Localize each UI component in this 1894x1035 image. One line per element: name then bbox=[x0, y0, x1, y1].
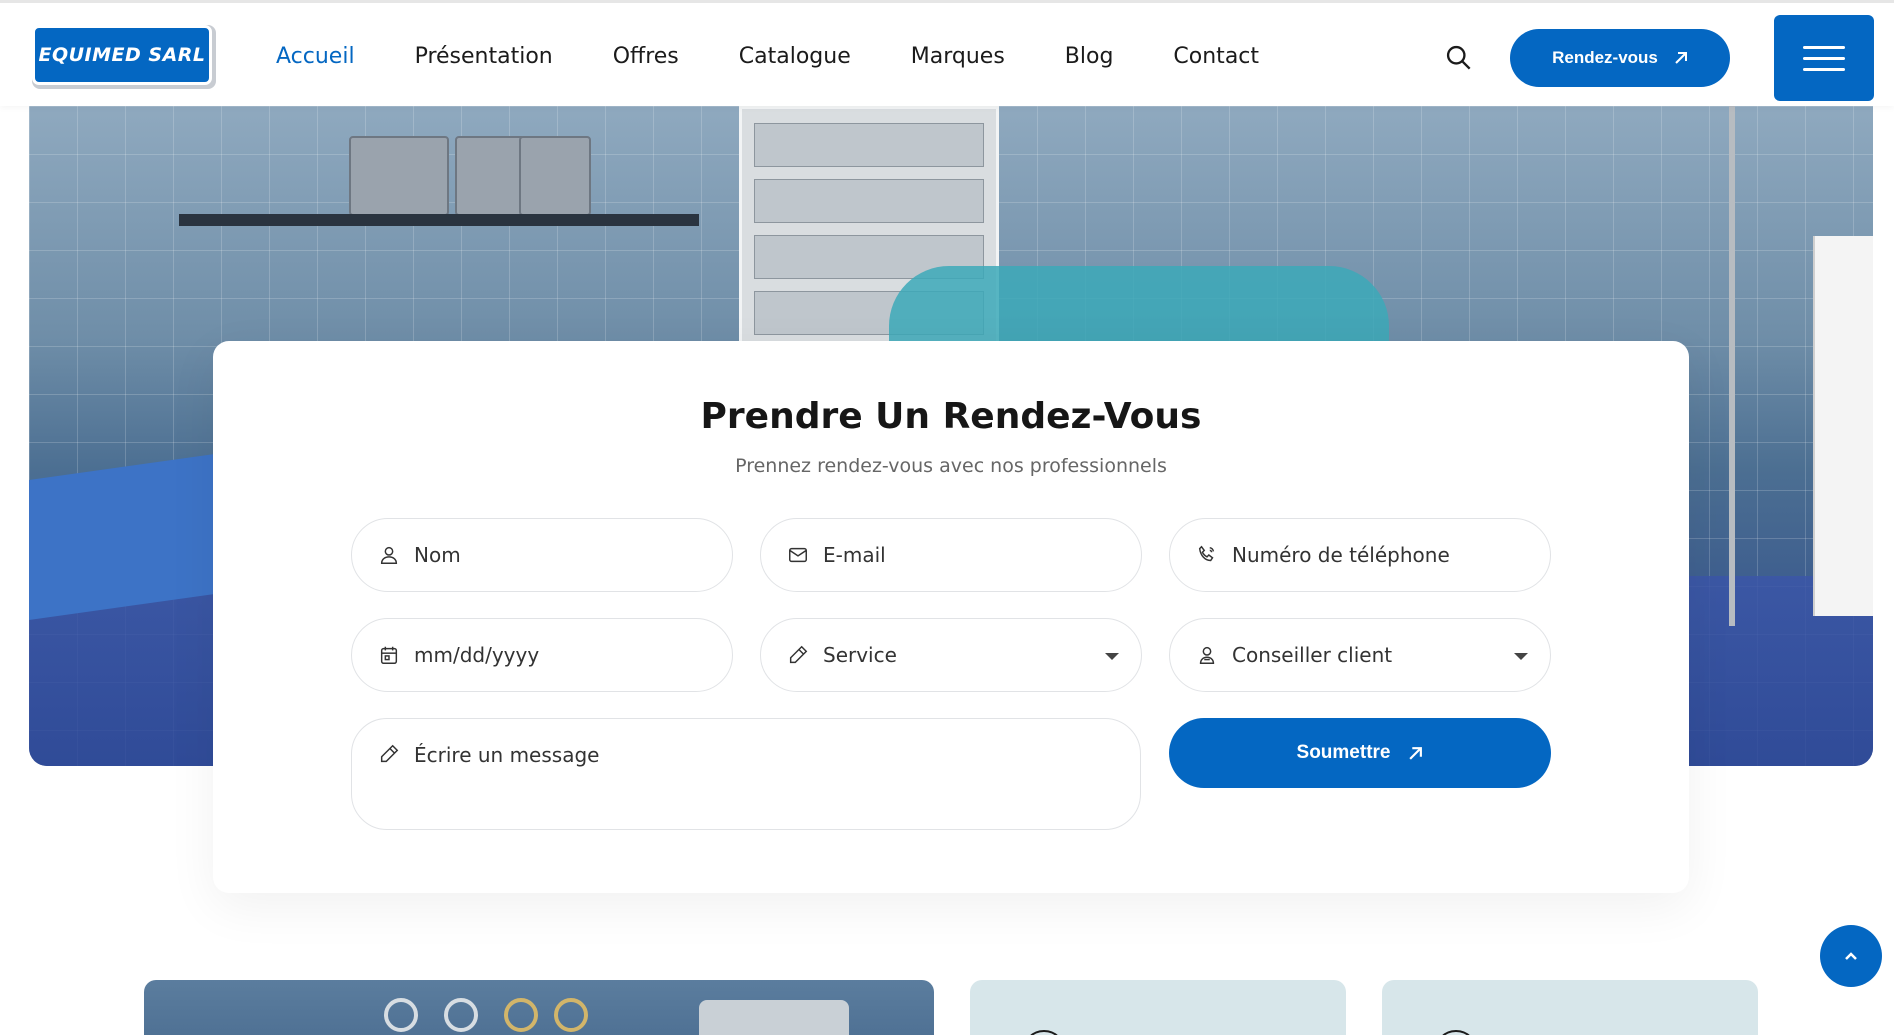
chevron-down-icon bbox=[1514, 653, 1528, 660]
envelope-icon bbox=[789, 547, 807, 563]
service-select[interactable]: Service bbox=[760, 618, 1142, 692]
chevron-down-icon bbox=[1105, 653, 1119, 660]
feature-card-1 bbox=[970, 980, 1346, 1035]
logo-text: EQUIMED SARL bbox=[32, 25, 212, 85]
appointment-title: Prendre Un Rendez-Vous bbox=[700, 396, 1202, 437]
phone-field[interactable]: Numéro de téléphone bbox=[1169, 518, 1551, 592]
phone-placeholder: Numéro de téléphone bbox=[1232, 543, 1450, 567]
instruments-image bbox=[144, 980, 934, 1035]
message-field[interactable]: Écrire un message bbox=[351, 718, 1141, 830]
rendez-vous-button[interactable]: Rendez-vous bbox=[1510, 29, 1730, 87]
hamburger-menu-icon[interactable] bbox=[1774, 15, 1874, 101]
advisor-icon bbox=[1199, 646, 1215, 664]
nav-offres[interactable]: Offres bbox=[613, 44, 679, 69]
site-logo[interactable]: EQUIMED SARL bbox=[32, 25, 216, 89]
advisor-selected: Conseiller client bbox=[1232, 643, 1393, 667]
email-placeholder: E-mail bbox=[823, 543, 886, 567]
feature-card-2 bbox=[1382, 980, 1758, 1035]
pencil-icon bbox=[789, 645, 808, 664]
message-placeholder: Écrire un message bbox=[414, 743, 600, 767]
user-icon bbox=[380, 546, 398, 564]
feature-icon bbox=[1022, 1030, 1066, 1035]
submit-button[interactable]: Soumettre bbox=[1169, 718, 1551, 788]
search-icon[interactable] bbox=[1444, 43, 1472, 71]
date-placeholder: mm/dd/yyyy bbox=[414, 643, 540, 667]
calendar-icon bbox=[380, 646, 398, 664]
rendez-vous-label: Rendez-vous bbox=[1552, 48, 1658, 67]
email-field[interactable]: E-mail bbox=[760, 518, 1142, 592]
service-selected: Service bbox=[823, 643, 897, 667]
nav-catalogue[interactable]: Catalogue bbox=[739, 44, 851, 69]
site-header: EQUIMED SARL Accueil Présentation Offres… bbox=[0, 0, 1894, 106]
arrow-up-right-icon bbox=[1409, 746, 1423, 760]
nav-contact[interactable]: Contact bbox=[1173, 44, 1259, 69]
nav-blog[interactable]: Blog bbox=[1065, 44, 1114, 69]
name-field[interactable]: Nom bbox=[351, 518, 733, 592]
pencil-icon bbox=[380, 744, 399, 763]
nav-presentation[interactable]: Présentation bbox=[415, 44, 553, 69]
back-to-top-button[interactable] bbox=[1820, 925, 1882, 987]
nav-accueil[interactable]: Accueil bbox=[276, 44, 355, 69]
date-field[interactable]: mm/dd/yyyy bbox=[351, 618, 733, 692]
appointment-form-card: Prendre Un Rendez-Vous Prennez rendez-vo… bbox=[213, 341, 1689, 893]
main-nav: Accueil Présentation Offres Catalogue Ma… bbox=[276, 3, 1319, 109]
nav-marques[interactable]: Marques bbox=[911, 44, 1005, 69]
arrow-up-right-icon bbox=[1675, 52, 1687, 64]
appointment-subtitle: Prennez rendez-vous avec nos professionn… bbox=[735, 455, 1167, 477]
advisor-select[interactable]: Conseiller client bbox=[1169, 618, 1551, 692]
chevron-up-icon bbox=[1845, 952, 1857, 960]
name-placeholder: Nom bbox=[414, 543, 461, 567]
submit-label: Soumettre bbox=[1296, 742, 1391, 763]
phone-icon bbox=[1198, 545, 1215, 562]
feature-icon bbox=[1434, 1030, 1478, 1035]
